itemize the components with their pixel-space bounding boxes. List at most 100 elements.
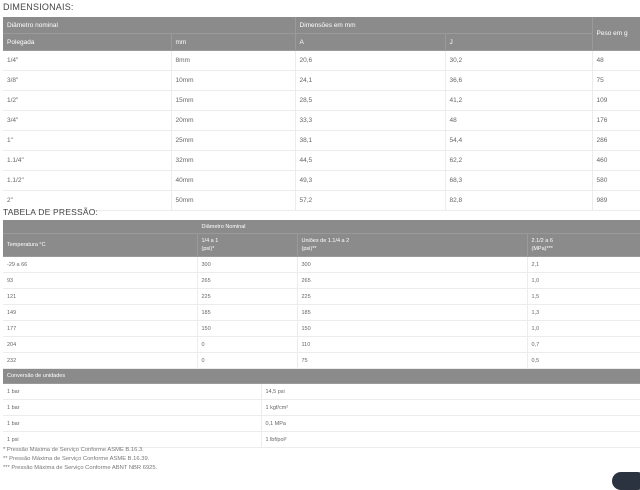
cell: 24,1 xyxy=(295,70,446,91)
table-row: 1/2" 15mm 28,5 41,2 109 xyxy=(3,90,640,111)
cell: 48 xyxy=(445,110,593,131)
header-c1: 1/4 a 1 (psi)* xyxy=(197,233,298,257)
table-row: 1" 25mm 38,1 54,4 286 xyxy=(3,130,640,151)
cell: 989 xyxy=(592,190,640,211)
cell: 20mm xyxy=(171,110,296,131)
table-row: 1/4" 8mm 20,6 30,2 48 xyxy=(3,50,640,71)
table-row: 1.1/4" 32mm 44,5 62,2 460 xyxy=(3,150,640,171)
table-row: 149 185 185 1,3 xyxy=(3,304,640,321)
cell: 3/4" xyxy=(3,110,172,131)
header-blank xyxy=(3,220,198,234)
cell: 1.1/2" xyxy=(3,170,172,191)
cell: 1" xyxy=(3,130,172,151)
cell: 28,5 xyxy=(295,90,446,111)
cell: 185 xyxy=(297,304,528,321)
cell: 32mm xyxy=(171,150,296,171)
header-c3: 2.1/2 a 6 (MPa)*** xyxy=(527,233,640,257)
footnotes: * Pressão Máxima de Serviço Conforme ASM… xyxy=(3,446,157,473)
cell: 0,1 MPa xyxy=(261,415,640,432)
pressure-title: TABELA DE PRESSÃO: xyxy=(3,207,99,217)
cell: 75 xyxy=(592,70,640,91)
footnote: *** Pressão Máxima de Serviço Conforme A… xyxy=(3,465,158,471)
cell: 1 lbf/pol² xyxy=(261,431,640,448)
cell: 25mm xyxy=(171,130,296,151)
cell: 0,7 xyxy=(527,336,640,353)
header-pol: Polegada xyxy=(3,33,172,51)
header-nominal: Diâmetro Nominal xyxy=(197,220,640,234)
cell: 225 xyxy=(197,288,298,305)
cell: 1.1/4" xyxy=(3,150,172,171)
cell: 57,2 xyxy=(295,190,446,211)
header-a: A xyxy=(295,33,446,51)
cell: 20,6 xyxy=(295,50,446,71)
cell: 1/2" xyxy=(3,90,172,111)
header-mm: mm xyxy=(171,33,296,51)
footnote: * Pressão Máxima de Serviço Conforme ASM… xyxy=(3,447,144,453)
cell: 40mm xyxy=(171,170,296,191)
table-row: 3/4" 20mm 33,3 48 176 xyxy=(3,110,640,131)
cell: 10mm xyxy=(171,70,296,91)
cell: 0,5 xyxy=(527,352,640,369)
cell: 121 xyxy=(3,288,198,305)
table-row: 2" 50mm 57,2 82,8 989 xyxy=(3,190,640,211)
table-row: 121 225 225 1,5 xyxy=(3,288,640,305)
header-temp: Temperatura °C xyxy=(3,233,198,257)
table-row: 1.1/2" 40mm 49,3 68,3 580 xyxy=(3,170,640,191)
dimensions-title: DIMENSIONAIS: xyxy=(3,2,74,12)
cell: 41,2 xyxy=(445,90,593,111)
cell: 149 xyxy=(3,304,198,321)
cell: 580 xyxy=(592,170,640,191)
table-row: -29 a 66 300 300 2,1 xyxy=(3,256,640,273)
cell: 300 xyxy=(297,256,528,273)
cell: 49,3 xyxy=(295,170,446,191)
cell: 33,3 xyxy=(295,110,446,131)
table-row: 232 0 75 0,5 xyxy=(3,352,640,369)
header-dims: Dimensões em mm xyxy=(295,17,593,34)
cell: 300 xyxy=(197,256,298,273)
table-row: 1 bar 14,5 psi xyxy=(3,383,640,400)
cell: 1,5 xyxy=(527,288,640,305)
table-row: 3/8" 10mm 24,1 36,6 75 xyxy=(3,70,640,91)
cell: 150 xyxy=(297,320,528,337)
cell: 54,4 xyxy=(445,130,593,151)
cell: 232 xyxy=(3,352,198,369)
cell: -29 a 66 xyxy=(3,256,198,273)
cell: 1,0 xyxy=(527,320,640,337)
cell: 1,3 xyxy=(527,304,640,321)
cell: 68,3 xyxy=(445,170,593,191)
cell: 225 xyxy=(297,288,528,305)
cell: 1 bar xyxy=(3,383,262,400)
conversion-table: Conversão de unidades 1 bar 14,5 psi 1 ba… xyxy=(3,369,640,448)
table-row: 93 265 265 1,0 xyxy=(3,272,640,289)
table-row: 1 bar 0,1 MPa xyxy=(3,415,640,432)
cell: 265 xyxy=(197,272,298,289)
cell: 36,6 xyxy=(445,70,593,91)
cell: 93 xyxy=(3,272,198,289)
cell: 0 xyxy=(197,352,298,369)
cell: 30,2 xyxy=(445,50,593,71)
cell: 1/4" xyxy=(3,50,172,71)
cell: 1 kgf/cm² xyxy=(261,399,640,416)
cell: 8mm xyxy=(171,50,296,71)
cell: 2,1 xyxy=(527,256,640,273)
cell: 177 xyxy=(3,320,198,337)
table-row: 1 bar 1 kgf/cm² xyxy=(3,399,640,416)
chat-widget-button[interactable] xyxy=(612,472,640,490)
cell: 265 xyxy=(297,272,528,289)
cell: 1 bar xyxy=(3,399,262,416)
cell: 38,1 xyxy=(295,130,446,151)
cell: 0 xyxy=(197,336,298,353)
cell: 50mm xyxy=(171,190,296,211)
cell: 204 xyxy=(3,336,198,353)
cell: 75 xyxy=(297,352,528,369)
cell: 82,8 xyxy=(445,190,593,211)
cell: 110 xyxy=(297,336,528,353)
header-weight: Peso em g xyxy=(592,17,640,51)
table-row: 204 0 110 0,7 xyxy=(3,336,640,353)
cell: 1,0 xyxy=(527,272,640,289)
cell: 14,5 psi xyxy=(261,383,640,400)
header-nominal: Diâmetro nominal xyxy=(3,17,296,34)
cell: 176 xyxy=(592,110,640,131)
cell: 44,5 xyxy=(295,150,446,171)
cell: 48 xyxy=(592,50,640,71)
